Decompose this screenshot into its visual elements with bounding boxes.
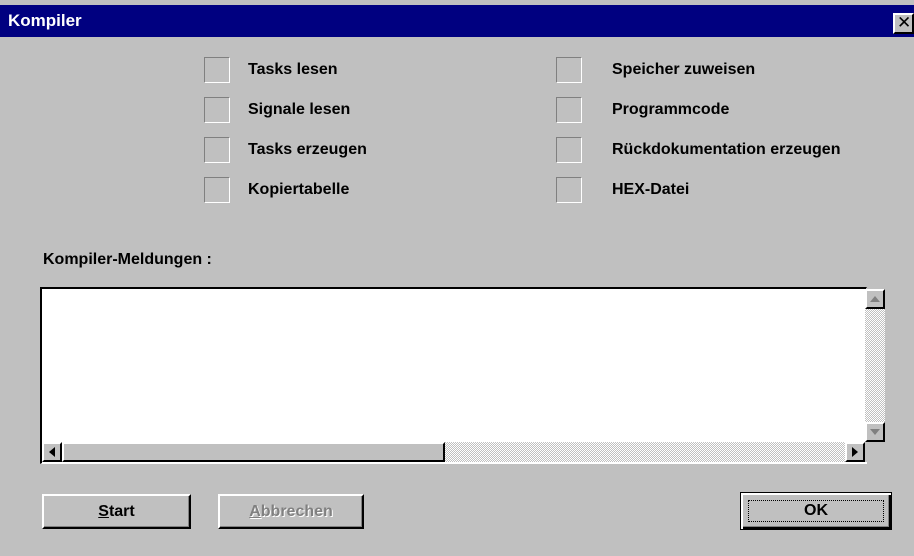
close-icon: ✕ [897, 13, 912, 33]
status-label-signale-lesen: Signale lesen [248, 101, 351, 118]
status-label-rueckdokumentation: Rückdokumentation erzeugen [612, 141, 841, 158]
arrow-down-icon [870, 429, 880, 435]
status-box-signale-lesen [204, 97, 230, 123]
horizontal-scroll-thumb[interactable] [62, 442, 445, 462]
status-box-speicher-zuweisen [556, 57, 582, 83]
horizontal-scrollbar[interactable] [42, 442, 865, 462]
status-label-tasks-erzeugen: Tasks erzeugen [248, 141, 367, 158]
scroll-up-button[interactable] [865, 289, 885, 309]
messages-label: Kompiler-Meldungen : [43, 251, 212, 268]
status-box-hex-datei [556, 177, 582, 203]
abbrechen-button-label: bbrechen [260, 502, 333, 520]
title-bar[interactable]: Kompiler ✕ [0, 5, 914, 37]
focus-rectangle [748, 500, 884, 522]
status-box-tasks-lesen [204, 57, 230, 83]
start-accel-key: S [98, 502, 109, 520]
compiler-dialog: Kompiler ✕ Tasks lesen Signale lesen Tas… [0, 0, 914, 556]
compiler-messages-area[interactable] [40, 287, 885, 464]
scrollbar-corner [865, 442, 885, 462]
close-button[interactable]: ✕ [893, 13, 914, 34]
start-button[interactable]: Start [42, 494, 191, 529]
status-label-hex-datei: HEX-Datei [612, 181, 690, 198]
status-label-kopiertabelle: Kopiertabelle [248, 181, 350, 198]
ok-button[interactable]: OK [740, 492, 892, 530]
arrow-up-icon [870, 296, 880, 302]
status-label-tasks-lesen: Tasks lesen [248, 61, 338, 78]
status-box-tasks-erzeugen [204, 137, 230, 163]
arrow-left-icon [49, 447, 55, 457]
scroll-down-button[interactable] [865, 422, 885, 442]
abbrechen-accel-key: A [249, 502, 261, 520]
scroll-right-button[interactable] [845, 442, 865, 462]
scroll-left-button[interactable] [42, 442, 62, 462]
vertical-scrollbar[interactable] [865, 289, 885, 442]
arrow-right-icon [852, 447, 858, 457]
status-box-programmcode [556, 97, 582, 123]
status-box-rueckdokumentation [556, 137, 582, 163]
window-title: Kompiler [8, 11, 82, 30]
status-label-speicher-zuweisen: Speicher zuweisen [612, 61, 756, 78]
abbrechen-button[interactable]: Abbrechen [218, 494, 364, 529]
start-button-label: tart [108, 502, 135, 520]
status-label-programmcode: Programmcode [612, 101, 730, 118]
status-box-kopiertabelle [204, 177, 230, 203]
